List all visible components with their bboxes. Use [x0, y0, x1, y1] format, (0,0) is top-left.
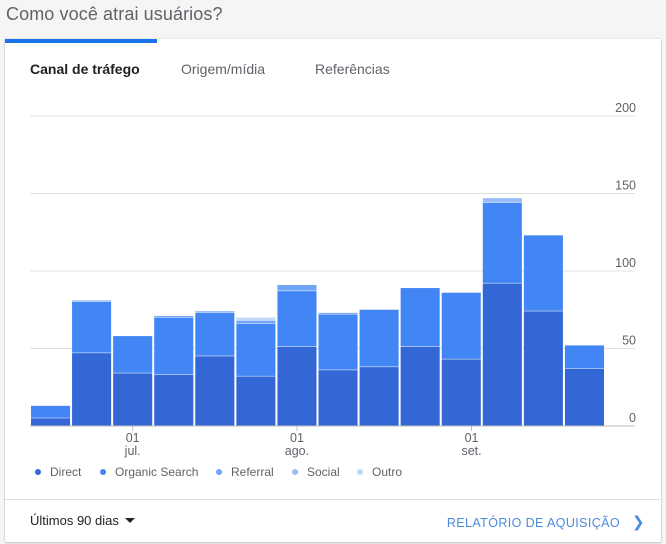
legend-item-outro: Outro — [357, 465, 402, 479]
bar-segment — [236, 376, 276, 426]
bar-segment — [318, 314, 358, 370]
legend-dot — [292, 469, 298, 475]
x-axis-ticks: 01jul.01ago.01set. — [124, 426, 482, 458]
legend-dot — [357, 469, 363, 475]
acquisition-report-link[interactable]: RELATÓRIO DE AQUISIÇÃO ❯ — [447, 513, 645, 531]
traffic-card: Canal de tráfego Origem/mídia Referência… — [5, 39, 661, 542]
bar-segment — [236, 323, 276, 376]
bar-segment — [400, 346, 440, 426]
bar-segment — [482, 198, 522, 203]
y-axis-ticks: 0 50 100 150 200 — [615, 101, 636, 425]
bar-segment — [359, 367, 399, 426]
footer-divider — [5, 499, 661, 500]
legend-item-organic-search: Organic Search — [100, 465, 198, 479]
legend-item-social: Social — [292, 465, 340, 479]
x-tick-label: set. — [461, 444, 481, 458]
x-tick-label: jul. — [124, 444, 141, 458]
chart-bars — [31, 198, 604, 426]
legend-label: Organic Search — [115, 465, 199, 479]
bar-segment — [277, 346, 317, 426]
y-tick-label: 150 — [615, 179, 636, 193]
caret-down-icon — [124, 518, 135, 523]
bar-segment — [72, 353, 112, 426]
bar-segment — [31, 418, 71, 426]
chevron-right-icon: ❯ — [632, 514, 645, 531]
legend-label: Direct — [50, 465, 82, 479]
y-tick-label: 0 — [629, 411, 636, 425]
date-range-dropdown[interactable]: Últimos 90 dias — [30, 513, 135, 528]
bar-segment — [154, 374, 194, 426]
bar-segment — [318, 312, 358, 314]
bar-segment — [72, 300, 112, 302]
bar-segment — [195, 312, 235, 356]
bar-segment — [564, 368, 604, 426]
bar-segment — [72, 302, 112, 353]
x-tick-label: ago. — [285, 444, 309, 458]
report-link-label: RELATÓRIO DE AQUISIÇÃO — [446, 516, 621, 530]
y-tick-label: 100 — [615, 256, 636, 270]
bar-segment — [359, 309, 399, 367]
bar-segment — [195, 356, 235, 426]
bar-segment — [318, 370, 358, 426]
bar-segment — [113, 336, 153, 373]
legend-dot — [35, 469, 41, 475]
bar-segment — [236, 320, 276, 324]
bar-segment — [564, 345, 604, 369]
y-tick-label: 50 — [622, 334, 636, 348]
legend-item-direct: Direct — [35, 465, 81, 479]
legend-dot — [100, 469, 106, 475]
page-title: Como você atrai usuários? — [6, 4, 223, 24]
bar-segment — [236, 317, 276, 321]
x-tick-label: 01 — [290, 431, 304, 445]
legend-label: Outro — [372, 465, 403, 479]
y-tick-label: 200 — [615, 101, 636, 115]
x-tick-label: 01 — [465, 431, 479, 445]
legend-label: Social — [307, 465, 340, 479]
bar-segment — [154, 315, 194, 317]
bar-segment — [154, 317, 194, 375]
bar-segment — [277, 291, 317, 347]
bar-segment — [113, 373, 153, 426]
bar-segment — [523, 235, 563, 311]
legend-item-referral: Referral — [216, 465, 274, 479]
bar-segment — [482, 283, 522, 426]
bar-segment — [195, 311, 235, 313]
legend-dot — [216, 469, 222, 475]
date-range-label: Últimos 90 dias — [30, 513, 119, 528]
legend-label: Referral — [231, 465, 274, 479]
bar-segment — [400, 288, 440, 347]
x-tick-label: 01 — [126, 431, 140, 445]
bar-segment — [523, 311, 563, 426]
bar-segment — [482, 202, 522, 283]
bar-segment — [441, 292, 481, 359]
traffic-chart: 050100150200 01jul.01ago.01set. — [30, 101, 636, 458]
bar-segment — [31, 405, 71, 418]
bar-segment — [277, 284, 317, 291]
bar-segment — [441, 359, 481, 426]
